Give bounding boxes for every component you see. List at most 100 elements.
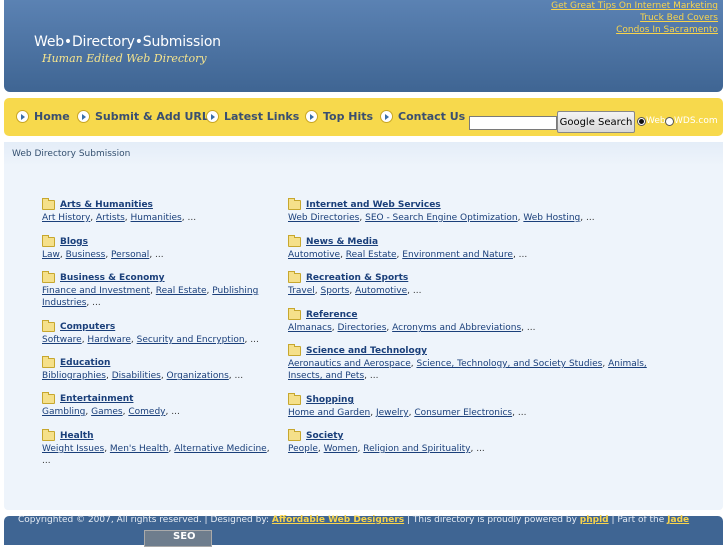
more-indicator: ... xyxy=(476,444,485,454)
subcategory-link[interactable]: Alternative Medicine xyxy=(174,444,266,454)
category-link[interactable]: Arts & Humanities xyxy=(60,199,153,211)
subcategory-link[interactable]: SEO - Search Engine Optimization xyxy=(365,213,518,223)
category-arts: Arts & Humanities Art History, Artists, … xyxy=(42,198,197,223)
nav-submit-url[interactable]: Submit & Add URL xyxy=(77,110,209,123)
subcategory-link[interactable]: Humanities xyxy=(131,213,182,223)
top-links: Get Great Tips On Internet Marketing Tru… xyxy=(551,0,718,36)
subcategory-link[interactable]: Business xyxy=(66,250,106,260)
nav-contact-us[interactable]: Contact Us xyxy=(380,110,465,123)
subcategory-link[interactable]: Comedy xyxy=(128,407,165,417)
seo-badge-label: SEO xyxy=(173,531,196,542)
subcategory-link[interactable]: Web Hosting xyxy=(523,213,580,223)
more-indicator: ... xyxy=(155,250,164,260)
category-link[interactable]: Blogs xyxy=(60,236,88,248)
category-link[interactable]: Shopping xyxy=(306,394,354,406)
category-link[interactable]: Health xyxy=(60,430,94,442)
category-news: News & Media Automotive, Real Estate, En… xyxy=(288,235,528,260)
logo-title[interactable]: Web•Directory•Submission xyxy=(34,34,221,50)
footer-link-designers[interactable]: Affordable Web Designers xyxy=(272,515,404,525)
subcategory-link[interactable]: Real Estate xyxy=(346,250,397,260)
breadcrumb-label: Web Directory Submission xyxy=(12,149,131,159)
subcategory-link[interactable]: Personal xyxy=(111,250,149,260)
subcategory-link[interactable]: Hardware xyxy=(87,335,130,345)
folder-icon xyxy=(42,198,55,210)
subcategory-link[interactable]: Automotive xyxy=(288,250,340,260)
footer-link-jade[interactable]: Jade xyxy=(667,515,689,525)
subcategory-link[interactable]: Acronyms and Abbreviations xyxy=(392,323,521,333)
category-reference: Reference Almanacs, Directories, Acronym… xyxy=(288,308,536,333)
subcategory-link[interactable]: Women xyxy=(324,444,358,454)
subcategory-link[interactable]: Men's Health xyxy=(110,444,169,454)
footer-line: Copyrighted © 2007, All rights reserved.… xyxy=(18,515,689,525)
more-indicator: ... xyxy=(42,456,51,466)
subcategory-link[interactable]: Science, Technology, and Society Studies xyxy=(416,359,602,369)
subcategory-link[interactable]: Directories xyxy=(338,323,387,333)
subcategory-link[interactable]: Automotive xyxy=(355,286,407,296)
category-blogs: Blogs Law, Business, Personal, ... xyxy=(42,235,164,260)
nav-home-label: Home xyxy=(34,110,70,123)
arrow-icon xyxy=(16,110,29,123)
logo-subtitle: Human Edited Web Directory xyxy=(42,52,207,65)
radio-web[interactable] xyxy=(637,117,646,126)
category-link[interactable]: News & Media xyxy=(306,236,378,248)
more-indicator: ... xyxy=(187,213,197,223)
subcategory-link[interactable]: Art History xyxy=(42,213,90,223)
category-link[interactable]: Internet and Web Services xyxy=(306,199,441,211)
folder-icon xyxy=(42,356,55,368)
site-logo[interactable]: Web•Directory•Submission Human Edited We… xyxy=(34,34,221,65)
more-indicator: ... xyxy=(526,323,536,333)
subcategory-link[interactable]: Web Directories xyxy=(288,213,359,223)
category-link[interactable]: Entertainment xyxy=(60,393,133,405)
category-link[interactable]: Society xyxy=(306,430,343,442)
subcategory-link[interactable]: Travel xyxy=(288,286,315,296)
subcategory-link[interactable]: Software xyxy=(42,335,82,345)
footer-link-phpld[interactable]: phpld xyxy=(580,515,609,525)
search-input[interactable] xyxy=(469,116,557,130)
folder-icon xyxy=(288,393,301,405)
subcategory-link[interactable]: Disabilities xyxy=(112,371,161,381)
nav-home[interactable]: Home xyxy=(16,110,70,123)
subcategory-link[interactable]: Real Estate xyxy=(156,286,207,296)
subcategory-link[interactable]: Organizations xyxy=(167,371,229,381)
category-link[interactable]: Science and Technology xyxy=(306,345,427,357)
header: Web•Directory•Submission Human Edited We… xyxy=(4,0,723,92)
top-link-condos[interactable]: Condos In Sacramento xyxy=(551,24,718,36)
subcategory-link[interactable]: Sports xyxy=(321,286,350,296)
category-link[interactable]: Business & Economy xyxy=(60,272,165,284)
top-link-truck-bed[interactable]: Truck Bed Covers xyxy=(551,12,718,24)
category-computers: Computers Software, Hardware, Security a… xyxy=(42,320,259,345)
category-link[interactable]: Computers xyxy=(60,321,115,333)
top-link-marketing[interactable]: Get Great Tips On Internet Marketing xyxy=(551,0,718,12)
category-shopping: Shopping Home and Garden, Jewelry, Consu… xyxy=(288,393,527,418)
category-internet: Internet and Web Services Web Directorie… xyxy=(288,198,595,223)
radio-site[interactable] xyxy=(665,117,674,126)
nav-submit-label: Submit & Add URL xyxy=(95,110,209,123)
subcategory-link[interactable]: Artists xyxy=(96,213,125,223)
subcategory-link[interactable]: Law xyxy=(42,250,60,260)
folder-icon xyxy=(42,429,55,441)
subcategory-link[interactable]: Almanacs xyxy=(288,323,332,333)
subcategory-link[interactable]: Environment and Nature xyxy=(402,250,513,260)
subcategory-link[interactable]: Aeronautics and Aerospace xyxy=(288,359,411,369)
google-search-button[interactable]: Google Search xyxy=(557,111,635,133)
subcategory-link[interactable]: Religion and Spirituality xyxy=(363,444,470,454)
category-link[interactable]: Reference xyxy=(306,309,357,321)
nav-latest-links[interactable]: Latest Links xyxy=(206,110,299,123)
seo-badge[interactable]: SEO xyxy=(144,530,212,547)
subcategory-link[interactable]: Finance and Investment xyxy=(42,286,150,296)
more-indicator: ... xyxy=(250,335,259,345)
subcategory-link[interactable]: Gambling xyxy=(42,407,85,417)
category-link[interactable]: Recreation & Sports xyxy=(306,272,408,284)
subcategory-link[interactable]: Games xyxy=(91,407,122,417)
subcategory-link[interactable]: Bibliographies xyxy=(42,371,106,381)
category-link[interactable]: Education xyxy=(60,357,110,369)
subcategory-link[interactable]: Security and Encryption xyxy=(137,335,245,345)
radio-web-label: Web xyxy=(646,116,666,126)
subcategory-link[interactable]: People xyxy=(288,444,318,454)
nav-top-hits[interactable]: Top Hits xyxy=(305,110,373,123)
subcategory-link[interactable]: Consumer Electronics xyxy=(414,408,512,418)
more-indicator: ... xyxy=(171,407,180,417)
subcategory-link[interactable]: Jewelry xyxy=(376,408,409,418)
subcategory-link[interactable]: Home and Garden xyxy=(288,408,370,418)
subcategory-link[interactable]: Weight Issues xyxy=(42,444,104,454)
